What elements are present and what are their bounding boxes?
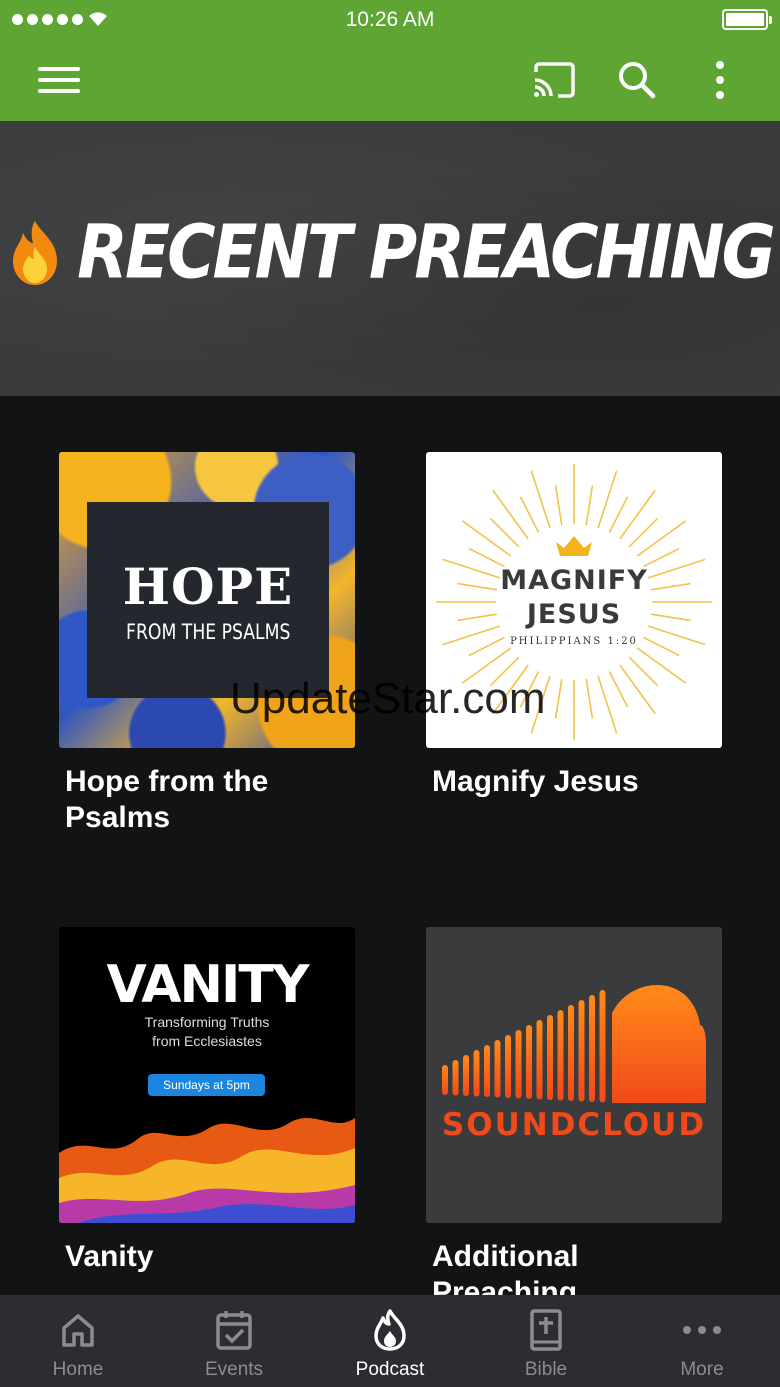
fire-icon — [13, 221, 58, 285]
artwork-title: HOPE — [122, 556, 294, 616]
artwork-title-line2: JESUS — [526, 599, 622, 630]
artwork-title-line1: MAGNIFY — [500, 565, 648, 596]
status-bar: 10:26 AM — [0, 0, 780, 40]
bible-icon — [530, 1309, 562, 1351]
artwork-verse: PHILIPPIANS 1:20 — [510, 636, 638, 647]
search-button[interactable] — [609, 52, 665, 108]
cast-icon — [534, 62, 575, 98]
flame-icon — [374, 1309, 406, 1351]
tab-label: Bible — [524, 1359, 568, 1380]
tab-label: More — [680, 1359, 724, 1380]
hero-title: RECENT PREACHING — [77, 209, 776, 296]
podcast-card[interactable]: HOPE FROM THE PSALMS Hope from the Psalm… — [59, 452, 355, 836]
crown-icon — [556, 536, 592, 556]
soundcloud-wordmark: SOUNDCLOUD — [441, 1107, 707, 1143]
menu-button[interactable] — [31, 52, 87, 108]
status-time: 10:26 AM — [345, 8, 435, 31]
calendar-check-icon — [216, 1311, 252, 1350]
artwork-subtitle-line2: from Ecclesiastes — [152, 1033, 262, 1049]
artwork-title: VANITY — [106, 955, 310, 1015]
artwork-subtitle: FROM THE PSALMS — [125, 619, 291, 644]
podcast-title: Vanity — [65, 1240, 154, 1273]
search-icon — [619, 62, 656, 99]
podcast-card[interactable]: VANITY Transforming Truths from Ecclesia… — [59, 927, 355, 1275]
app-bar — [0, 40, 780, 121]
artwork-subtitle-line1: Transforming Truths — [144, 1014, 270, 1030]
podcast-artwork: MAGNIFY JESUS PHILIPPIANS 1:20 — [426, 452, 722, 748]
podcast-artwork: HOPE FROM THE PSALMS — [59, 452, 355, 748]
tab-events[interactable]: Events — [156, 1295, 312, 1387]
tab-bible[interactable]: Bible — [468, 1295, 624, 1387]
bottom-tab-bar: Home Events Podcast Bible More — [0, 1295, 780, 1387]
cast-button[interactable] — [526, 52, 582, 108]
more-options-button[interactable] — [692, 52, 748, 108]
podcast-card[interactable]: SOUNDCLOUD Additional Preaching — [426, 927, 722, 1311]
tab-label: Podcast — [355, 1359, 425, 1380]
tab-more[interactable]: More — [624, 1295, 780, 1387]
fire-artwork — [59, 1118, 355, 1223]
podcast-artwork: SOUNDCLOUD — [426, 927, 722, 1223]
podcast-title: Hope from the Psalms — [65, 765, 269, 834]
soundcloud-icon — [442, 985, 706, 1103]
podcast-title: Magnify Jesus — [432, 765, 639, 798]
tab-podcast[interactable]: Podcast — [312, 1295, 468, 1387]
tab-label: Events — [204, 1359, 264, 1380]
tab-home[interactable]: Home — [0, 1295, 156, 1387]
podcast-artwork: VANITY Transforming Truths from Ecclesia… — [59, 927, 355, 1223]
more-horizontal-icon — [683, 1326, 721, 1334]
battery-icon — [722, 9, 772, 30]
hero-banner: RECENT PREACHING — [0, 121, 780, 396]
home-icon — [62, 1314, 94, 1347]
more-vertical-icon — [716, 61, 724, 99]
hamburger-menu-icon — [38, 67, 80, 93]
tab-label: Home — [52, 1359, 104, 1380]
podcast-card[interactable]: MAGNIFY JESUS PHILIPPIANS 1:20 Magnify J… — [426, 452, 722, 800]
